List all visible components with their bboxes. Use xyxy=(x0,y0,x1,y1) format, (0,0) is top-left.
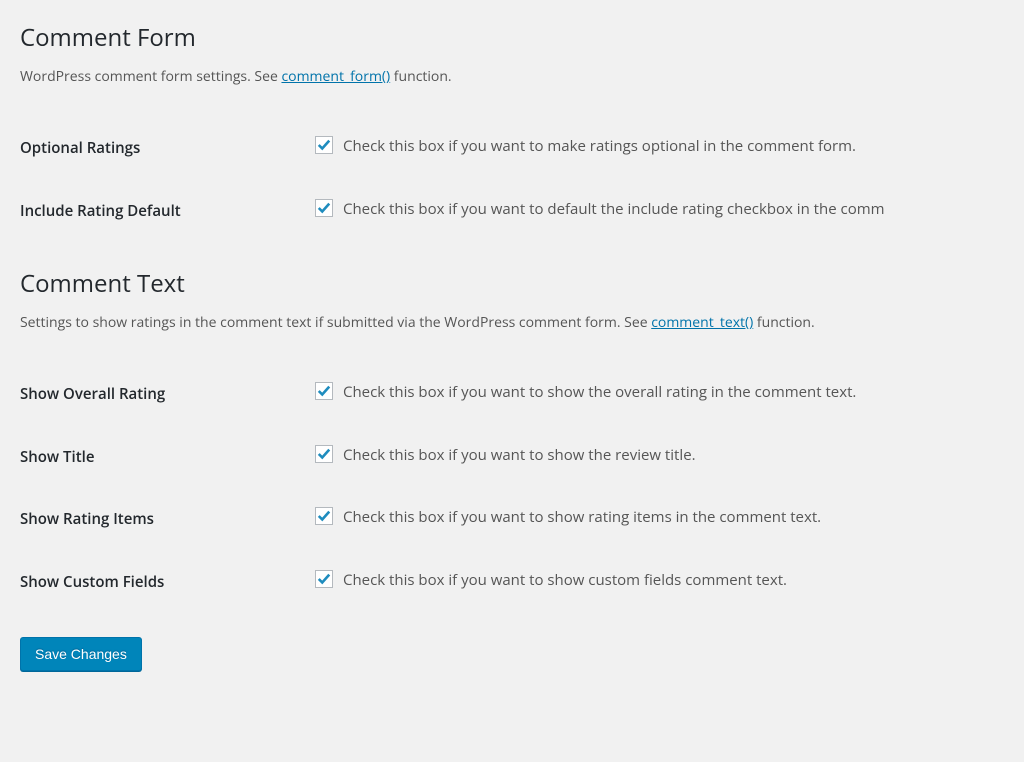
optional-ratings-row: Optional Ratings Check this box if you w… xyxy=(20,117,1004,180)
desc-text-after: function. xyxy=(390,67,451,86)
desc-text-after: function. xyxy=(753,313,814,332)
check-icon xyxy=(317,509,331,523)
include-rating-default-label: Include Rating Default xyxy=(20,180,315,243)
show-title-checkbox[interactable] xyxy=(315,445,333,463)
comment-form-table: Optional Ratings Check this box if you w… xyxy=(20,117,1004,242)
check-icon xyxy=(317,447,331,461)
include-rating-default-row: Include Rating Default Check this box if… xyxy=(20,180,1004,243)
comment-form-desc: WordPress comment form settings. See com… xyxy=(20,66,1004,87)
show-custom-fields-checkbox[interactable] xyxy=(315,570,333,588)
save-changes-button[interactable]: Save Changes xyxy=(20,637,142,671)
check-icon xyxy=(317,138,331,152)
show-rating-items-desc: Check this box if you want to show ratin… xyxy=(343,506,821,529)
show-title-label: Show Title xyxy=(20,426,315,489)
optional-ratings-label: Optional Ratings xyxy=(20,117,315,180)
show-custom-fields-label: Show Custom Fields xyxy=(20,551,315,614)
comment-text-desc: Settings to show ratings in the comment … xyxy=(20,312,1004,333)
show-rating-items-label: Show Rating Items xyxy=(20,488,315,551)
show-custom-fields-desc: Check this box if you want to show custo… xyxy=(343,569,787,592)
show-overall-rating-checkbox[interactable] xyxy=(315,382,333,400)
desc-text-before: Settings to show ratings in the comment … xyxy=(20,313,651,332)
show-rating-items-row: Show Rating Items Check this box if you … xyxy=(20,488,1004,551)
comment-text-table: Show Overall Rating Check this box if yo… xyxy=(20,363,1004,613)
optional-ratings-checkbox[interactable] xyxy=(315,136,333,154)
include-rating-default-checkbox[interactable] xyxy=(315,199,333,217)
comment-text-link[interactable]: comment_text() xyxy=(651,313,753,332)
comment-text-heading: Comment Text xyxy=(20,266,1004,302)
comment-form-link[interactable]: comment_form() xyxy=(281,67,390,86)
check-icon xyxy=(317,201,331,215)
show-overall-rating-label: Show Overall Rating xyxy=(20,363,315,426)
desc-text-before: WordPress comment form settings. See xyxy=(20,67,281,86)
show-title-desc: Check this box if you want to show the r… xyxy=(343,444,696,467)
show-overall-rating-desc: Check this box if you want to show the o… xyxy=(343,381,856,404)
comment-form-heading: Comment Form xyxy=(20,20,1004,56)
optional-ratings-desc: Check this box if you want to make ratin… xyxy=(343,135,856,158)
show-rating-items-checkbox[interactable] xyxy=(315,507,333,525)
show-title-row: Show Title Check this box if you want to… xyxy=(20,426,1004,489)
show-overall-rating-row: Show Overall Rating Check this box if yo… xyxy=(20,363,1004,426)
show-custom-fields-row: Show Custom Fields Check this box if you… xyxy=(20,551,1004,614)
include-rating-default-desc: Check this box if you want to default th… xyxy=(343,198,885,221)
check-icon xyxy=(317,384,331,398)
check-icon xyxy=(317,572,331,586)
